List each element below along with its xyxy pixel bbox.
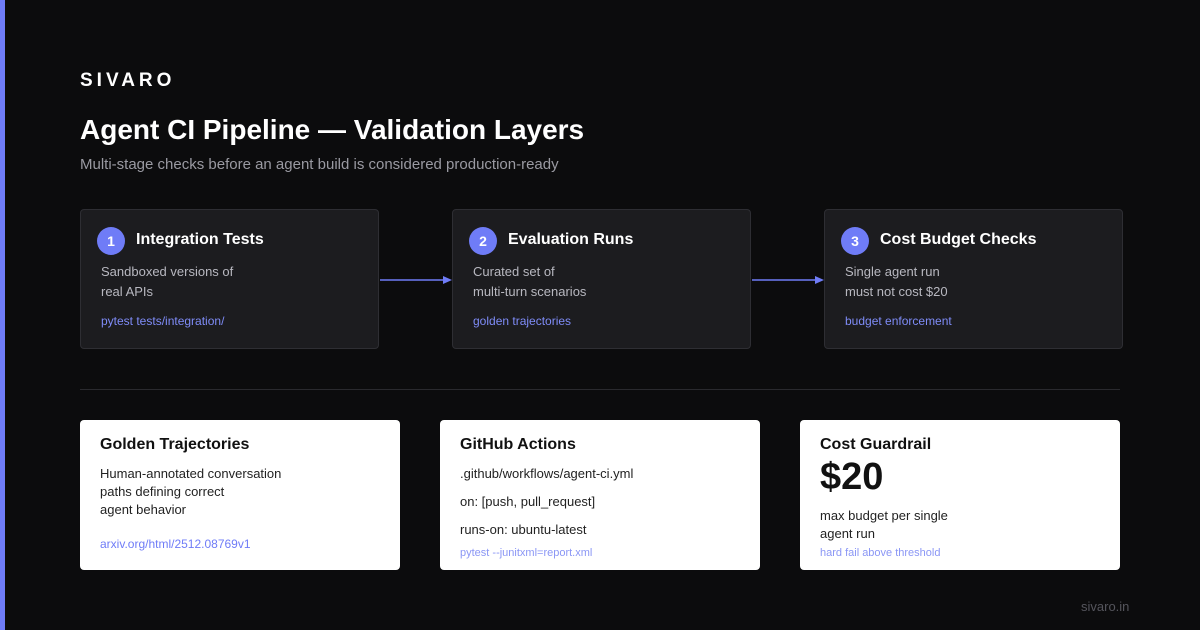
stage-tag: budget enforcement xyxy=(845,314,952,328)
stage-title: Cost Budget Checks xyxy=(880,231,1037,248)
card-body-line: paths defining correct xyxy=(100,484,225,499)
threshold-note: hard fail above threshold xyxy=(820,547,941,559)
stage-description-line: real APIs xyxy=(101,284,154,299)
budget-value: $20 xyxy=(820,456,884,498)
stage-description-line: Curated set of xyxy=(473,264,555,279)
accent-bar xyxy=(0,0,5,630)
stage-description: Sandboxed versions of real APIs xyxy=(101,262,301,302)
page-subtitle: Multi-stage checks before an agent build… xyxy=(80,156,559,173)
stage-number-badge: 2 xyxy=(469,227,497,255)
stage-tag: pytest tests/integration/ xyxy=(101,314,225,328)
arrow-right-icon xyxy=(380,276,452,284)
stage-title: Integration Tests xyxy=(136,231,264,248)
page-title: Agent CI Pipeline — Validation Layers xyxy=(80,114,585,145)
stage-description-line: must not cost $20 xyxy=(845,284,948,299)
stage-description: Single agent run must not cost $20 xyxy=(845,262,1045,302)
card-title: GitHub Actions xyxy=(460,436,576,453)
stage-description-line: Sandboxed versions of xyxy=(101,264,234,279)
card-title: Golden Trajectories xyxy=(100,436,250,453)
stage-description-line: multi-turn scenarios xyxy=(473,284,587,299)
card-body: max budget per single agent run xyxy=(820,507,1020,543)
arrow-right-icon xyxy=(752,276,824,284)
stage-title: Evaluation Runs xyxy=(508,231,634,248)
card-golden-trajectories: Golden Trajectories Human-annotated conv… xyxy=(80,420,400,570)
card-body-line: agent behavior xyxy=(100,502,187,517)
workflow-path: .github/workflows/agent-ci.yml xyxy=(460,466,634,481)
stage-number-badge: 1 xyxy=(97,227,125,255)
brand-logo: SIVARO xyxy=(80,70,176,91)
workflow-trigger: on: [push, pull_request] xyxy=(460,494,596,509)
card-title: Cost Guardrail xyxy=(820,436,932,453)
card-cost-guardrail: Cost Guardrail $20 max budget per single… xyxy=(800,420,1120,570)
card-github-actions: GitHub Actions .github/workflows/agent-c… xyxy=(440,420,760,570)
footer-domain: sivaro.in xyxy=(1081,599,1130,614)
stage-description: Curated set of multi-turn scenarios xyxy=(473,262,673,302)
section-divider xyxy=(80,389,1120,390)
workflow-runner: runs-on: ubuntu-latest xyxy=(460,522,587,537)
stage-description-line: Single agent run xyxy=(845,264,940,279)
card-body-line: agent run xyxy=(820,526,875,541)
stage-number-badge: 3 xyxy=(841,227,869,255)
workflow-command: pytest --junitxml=report.xml xyxy=(460,547,593,559)
stage-cost-budget-checks: 3 Cost Budget Checks Single agent run mu… xyxy=(824,209,1123,349)
arxiv-link[interactable]: arxiv.org/html/2512.08769v1 xyxy=(100,537,251,551)
card-body-line: max budget per single xyxy=(820,508,948,523)
card-body: Human-annotated conversation paths defin… xyxy=(100,465,300,519)
card-body-line: Human-annotated conversation xyxy=(100,466,282,481)
stage-evaluation-runs: 2 Evaluation Runs Curated set of multi-t… xyxy=(452,209,751,349)
stage-integration-tests: 1 Integration Tests Sandboxed versions o… xyxy=(80,209,379,349)
stage-tag: golden trajectories xyxy=(473,314,572,328)
